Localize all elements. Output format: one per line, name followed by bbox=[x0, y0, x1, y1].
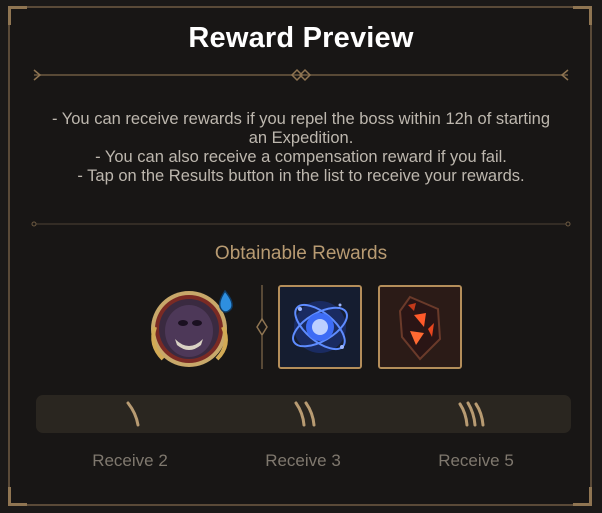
description: - You can receive rewards if you repel t… bbox=[50, 110, 552, 186]
tier-label: Receive 5 bbox=[438, 451, 514, 470]
reward-separator bbox=[256, 285, 268, 369]
dialog-title: Reward Preview bbox=[188, 22, 414, 54]
obtainable-rewards-heading: Obtainable Rewards bbox=[214, 243, 388, 264]
tier-label: Receive 2 bbox=[92, 451, 168, 470]
description-line: - You can receive rewards if you repel t… bbox=[51, 110, 551, 147]
boss-portrait-icon[interactable] bbox=[145, 283, 241, 373]
description-line: - Tap on the Results button in the list … bbox=[77, 167, 525, 185]
red-crystal-shard-icon bbox=[380, 287, 460, 367]
claw-mark-icon bbox=[294, 401, 316, 427]
reward-card-rune[interactable] bbox=[278, 285, 362, 369]
thin-divider bbox=[31, 221, 571, 227]
blue-rune-orb-icon bbox=[280, 287, 360, 367]
reward-card-crystal[interactable] bbox=[378, 285, 462, 369]
description-line: - You can also receive a compensation re… bbox=[95, 148, 507, 166]
claw-mark-icon bbox=[458, 401, 485, 427]
claw-mark-icon bbox=[126, 401, 140, 427]
ornamental-divider bbox=[33, 68, 569, 82]
frame-corner bbox=[573, 487, 592, 506]
tier-label: Receive 3 bbox=[265, 451, 341, 470]
frame-corner bbox=[8, 487, 27, 506]
